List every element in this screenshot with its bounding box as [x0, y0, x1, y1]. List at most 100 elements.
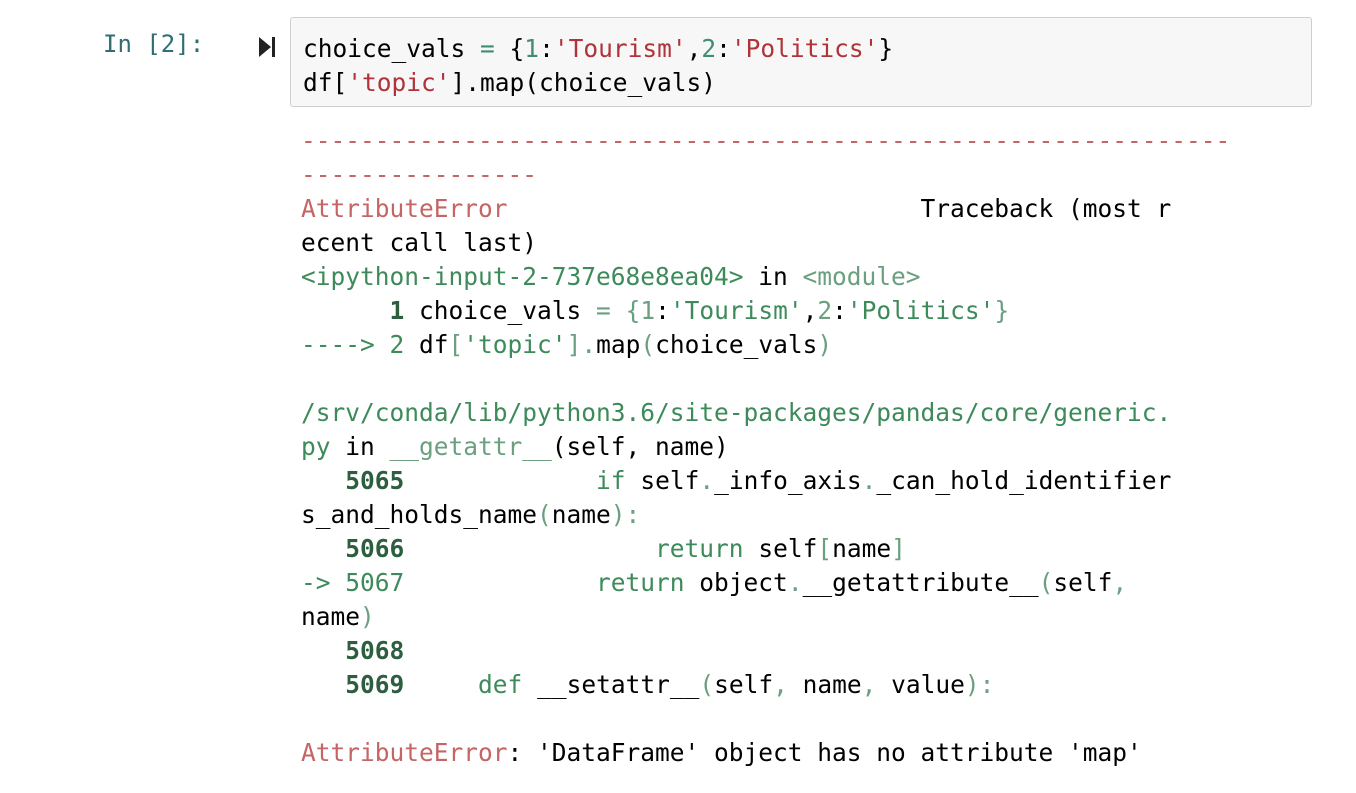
traceback-output: ----------------------------------------…	[301, 124, 1301, 770]
code-token: ----------------------------------------…	[301, 126, 1231, 155]
code-token: ]	[566, 330, 582, 359]
code-token: df	[404, 330, 449, 359]
code-token: return	[655, 534, 744, 563]
code-line: choice_vals = {1:'Tourism',2:'Politics'}	[303, 32, 1299, 66]
code-token: ----> 2	[301, 330, 405, 359]
traceback-line: 1 choice_vals = {1:'Tourism',2:'Politics…	[301, 294, 1301, 328]
code-token: )	[817, 330, 833, 359]
code-token: __setattr__	[522, 670, 700, 699]
traceback-line: s_and_holds_name(name):	[301, 498, 1301, 532]
code-token: .	[787, 568, 803, 597]
code-token: 2	[701, 34, 717, 63]
code-token: ecent call last)	[301, 228, 538, 257]
code-token: ].map(choice_vals)	[450, 68, 717, 97]
code-token: __getattr__	[389, 432, 552, 461]
code-token: 1	[389, 296, 405, 325]
code-token: self	[1053, 568, 1113, 597]
traceback-line: AttributeError: 'DataFrame' object has n…	[301, 736, 1301, 770]
input-prompt: In [2]:	[103, 30, 205, 58]
code-token: [	[817, 534, 833, 563]
code-token: <module>	[802, 262, 921, 291]
code-token: (	[537, 500, 552, 529]
code-token: ,	[686, 34, 702, 63]
code-token: AttributeError	[301, 738, 508, 767]
code-token: :	[539, 34, 554, 63]
code-token: py	[301, 432, 331, 461]
code-token: 'Tourism'	[669, 296, 803, 325]
code-token: :	[655, 296, 670, 325]
code-token: Traceback (most r	[507, 194, 1172, 223]
code-token: self	[743, 534, 818, 563]
code-token: =	[480, 34, 495, 63]
code-token: value	[876, 670, 965, 699]
code-token: return	[596, 568, 685, 597]
code-token: name	[551, 500, 611, 529]
code-token: 'topic'	[347, 68, 451, 97]
code-token: 5066	[345, 534, 405, 563]
code-token: ]	[891, 534, 906, 563]
code-token: def	[478, 670, 523, 699]
traceback-line: ----> 2 df['topic'].map(choice_vals)	[301, 328, 1301, 362]
code-token: (	[699, 670, 715, 699]
code-token: in	[330, 432, 390, 461]
code-token: self	[625, 466, 700, 495]
traceback-line: 5066 return self[name]	[301, 532, 1301, 566]
traceback-line	[301, 362, 1301, 396]
code-token: ):	[964, 670, 995, 699]
traceback-line: py in __getattr__(self, name)	[301, 430, 1301, 464]
code-token: name	[787, 670, 862, 699]
code-input-area[interactable]: choice_vals = {1:'Tourism',2:'Politics'}…	[290, 17, 1312, 107]
code-token: ----------------	[301, 160, 538, 189]
code-token: ,	[861, 670, 877, 699]
code-token: 1	[640, 296, 656, 325]
code-token: if	[596, 466, 626, 495]
code-token: (	[640, 330, 656, 359]
code-token: .	[699, 466, 715, 495]
code-token: choice_vals	[655, 330, 818, 359]
code-token: 5069	[345, 670, 405, 699]
code-token: 'topic'	[463, 330, 567, 359]
code-token: 2	[817, 296, 833, 325]
code-token: map	[596, 330, 641, 359]
code-token: =	[596, 296, 611, 325]
code-token: }	[878, 34, 894, 63]
code-token: object	[684, 568, 788, 597]
traceback-line: ----------------------------------------…	[301, 124, 1301, 158]
traceback-line: ecent call last)	[301, 226, 1301, 260]
code-token: )	[360, 602, 375, 631]
code-editor[interactable]: choice_vals = {1:'Tourism',2:'Politics'}…	[303, 32, 1299, 100]
code-token: (	[1038, 568, 1054, 597]
code-token: in	[743, 262, 803, 291]
run-cell-icon[interactable]	[257, 35, 277, 59]
code-token: ):	[610, 500, 641, 529]
code-token: -> 5067	[301, 568, 405, 597]
code-token: 'Politics'	[730, 34, 879, 63]
code-token: :	[716, 34, 731, 63]
traceback-line: ----------------	[301, 158, 1301, 192]
code-token: }	[994, 296, 1010, 325]
traceback-line: /srv/conda/lib/python3.6/site-packages/p…	[301, 396, 1301, 430]
code-token: :	[832, 296, 847, 325]
code-token: s_and_holds_name	[301, 500, 538, 529]
code-token: name	[301, 602, 361, 631]
code-token: : 'DataFrame' object has no attribute 'm…	[507, 738, 1142, 767]
code-token: __getattribute__	[802, 568, 1039, 597]
code-token: ,	[1112, 568, 1128, 597]
code-token: 'Tourism'	[553, 34, 687, 63]
code-token: _can_hold_identifier	[876, 466, 1172, 495]
traceback-line	[301, 702, 1301, 736]
code-token: /srv/conda/lib/python3.6/site-packages/p…	[301, 398, 1172, 427]
code-token: AttributeError	[301, 194, 508, 223]
code-token: 'Politics'	[846, 296, 995, 325]
code-line: df['topic'].map(choice_vals)	[303, 66, 1299, 100]
code-token: .	[861, 466, 877, 495]
code-token: df[	[303, 68, 348, 97]
step-forward-icon	[259, 37, 275, 57]
code-token: choice_vals	[303, 34, 481, 63]
code-token: <ipython-input-2-737e68e8ea04>	[301, 262, 744, 291]
